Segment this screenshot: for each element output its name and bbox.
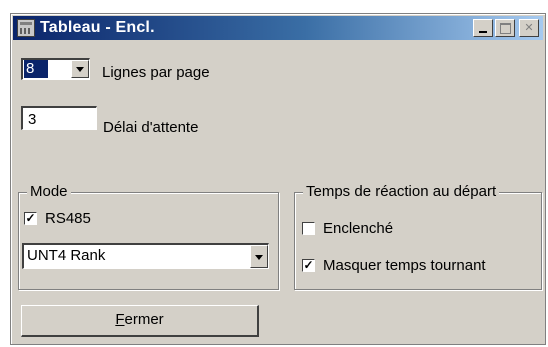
engaged-checkbox[interactable] [302, 222, 315, 235]
rows-per-page-dropdown-button[interactable] [71, 60, 89, 78]
chevron-down-icon [255, 254, 263, 260]
close-button-label: ermer [124, 311, 164, 328]
device-select-value: UNT4 Rank [27, 247, 106, 264]
rs485-checkbox[interactable]: ✓ [24, 212, 37, 225]
close-window-button[interactable]: ✕ [519, 19, 539, 37]
dialog-window: Tableau - Encl. ✕ 8 Lignes par page 3 Dé… [10, 13, 546, 345]
table-app-icon[interactable] [17, 19, 35, 37]
mode-group-title: Mode [27, 183, 71, 200]
timeout-input[interactable]: 3 [21, 106, 97, 130]
mode-group: Mode ✓ RS485 UNT4 Rank [18, 183, 279, 290]
maximize-button[interactable] [495, 19, 515, 37]
close-icon: ✕ [524, 22, 534, 34]
window-title: Tableau - Encl. [40, 19, 155, 36]
timeout-label: Délai d'attente [103, 119, 199, 136]
mask-running-time-checkbox[interactable]: ✓ [302, 259, 315, 272]
chevron-down-icon [76, 67, 84, 72]
close-button-mnemonic: F [115, 311, 125, 328]
device-dropdown-button[interactable] [250, 245, 268, 268]
device-select[interactable]: UNT4 Rank [22, 243, 269, 269]
reaction-time-group: Temps de réaction au départ Enclenché ✓ … [294, 183, 542, 290]
rows-per-page-label: Lignes par page [102, 64, 210, 81]
check-icon: ✓ [25, 211, 36, 225]
close-button[interactable]: Fermer [21, 305, 259, 337]
reaction-time-group-title: Temps de réaction au départ [303, 183, 500, 200]
rs485-label[interactable]: RS485 [45, 210, 91, 227]
minimize-button[interactable] [473, 19, 493, 37]
engaged-label[interactable]: Enclenché [323, 220, 393, 237]
rows-per-page-value: 8 [24, 60, 49, 78]
timeout-value: 3 [28, 111, 37, 128]
rows-per-page-select[interactable]: 8 [21, 58, 90, 80]
mask-running-time-label[interactable]: Masquer temps tournant [323, 257, 486, 274]
check-icon: ✓ [303, 258, 314, 272]
title-bar[interactable]: Tableau - Encl. ✕ [13, 16, 543, 40]
